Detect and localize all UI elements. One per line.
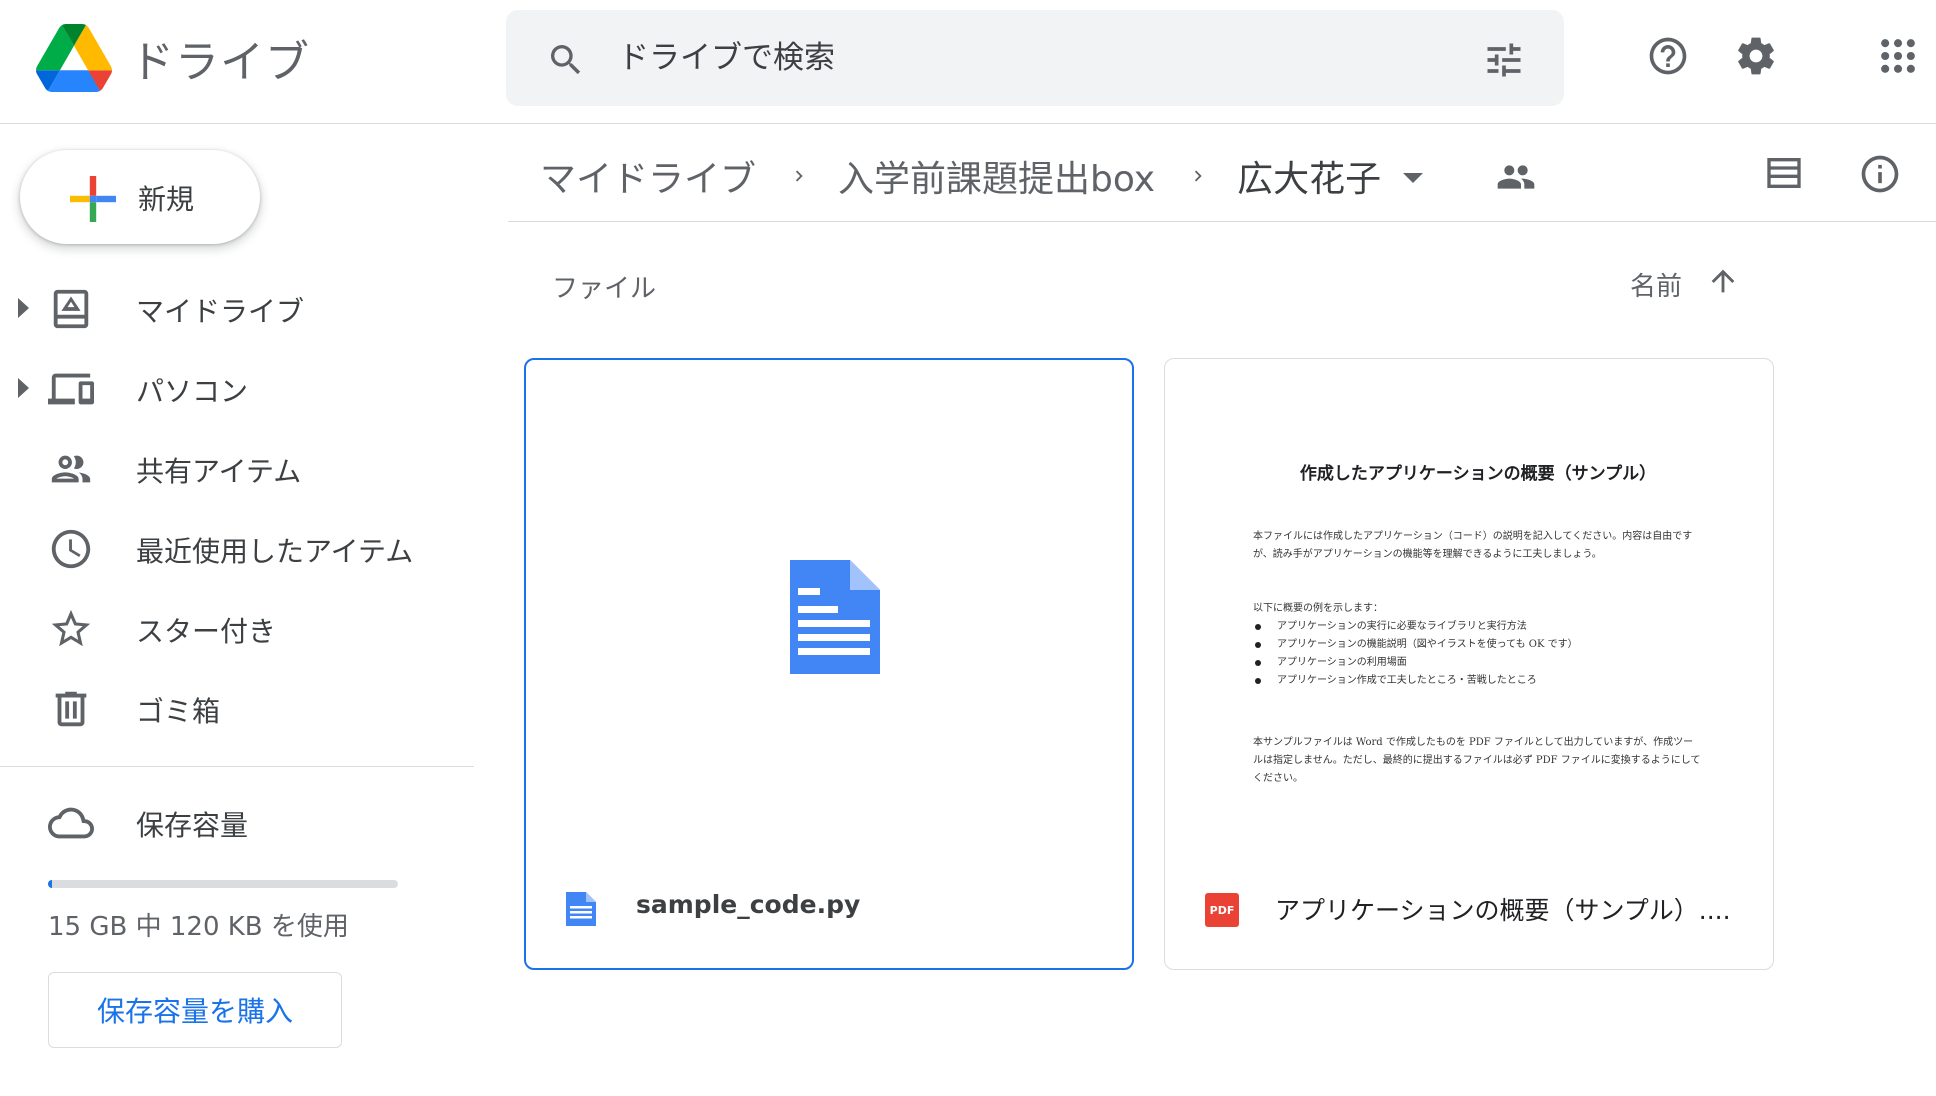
main-header-divider — [508, 221, 1936, 222]
sidebar-divider — [0, 766, 474, 767]
search-options-icon[interactable] — [1482, 38, 1526, 82]
chevron-right-icon — [1194, 170, 1202, 182]
sidebar-item-computers[interactable]: パソコン — [0, 352, 474, 424]
document-file-icon — [566, 892, 596, 926]
pdf-preview-paragraph: 本ファイルには作成したアプリケーション（コード）の説明を記入してください。内容は… — [1253, 531, 1693, 560]
star-icon — [51, 609, 91, 647]
folder-menu-dropdown-icon[interactable] — [1403, 173, 1424, 183]
file-name: アプリケーションの概要（サンプル）.... — [1275, 896, 1731, 925]
sidebar-item-label: ゴミ箱 — [136, 695, 221, 728]
trash-icon — [55, 691, 87, 727]
sidebar-item-shared[interactable]: 共有アイテム — [0, 432, 474, 504]
file-name-row: sample_code.py — [526, 856, 1132, 968]
pdf-preview-title: 作成したアプリケーションの概要（サンプル） — [1299, 464, 1657, 484]
shared-folder-people-icon[interactable] — [1496, 160, 1536, 194]
pdf-preview-list: アプリケーションの実行に必要なライブラリと実行方法 アプリケーションの機能説明（… — [1253, 618, 1703, 690]
storage-usage-bar — [48, 880, 398, 888]
pdf-preview-list-lead: 以下に概要の例を示します： — [1253, 603, 1383, 614]
expand-caret-icon[interactable] — [18, 378, 29, 398]
settings-gear-icon[interactable] — [1734, 34, 1778, 78]
top-bar: ドライブ — [0, 0, 1936, 124]
file-card[interactable]: sample_code.py — [524, 358, 1134, 970]
new-button-label: 新規 — [138, 183, 195, 216]
document-file-icon — [790, 560, 880, 674]
breadcrumb: マイドライブ 入学前課題提出box 広大花子 — [540, 148, 1424, 204]
pdf-preview-paragraph: 本サンプルファイルは Word で作成したものを PDF ファイルとして出力して… — [1253, 737, 1701, 784]
pdf-preview-list-item: アプリケーションの利用場面 — [1253, 654, 1703, 672]
file-name-row: PDF アプリケーションの概要（サンプル）.... — [1165, 857, 1773, 969]
plus-icon — [70, 176, 116, 222]
pdf-file-icon: PDF — [1205, 893, 1239, 927]
sidebar-item-recent[interactable]: 最近使用したアイテム — [0, 512, 474, 584]
my-drive-icon — [53, 289, 89, 329]
list-view-icon[interactable] — [1764, 156, 1804, 190]
file-thumbnail: 作成したアプリケーションの概要（サンプル） 本ファイルには作成したアプリケーショ… — [1165, 359, 1773, 859]
google-drive-logo[interactable] — [36, 24, 112, 92]
search-input[interactable] — [618, 32, 1438, 84]
file-card[interactable]: 作成したアプリケーションの概要（サンプル） 本ファイルには作成したアプリケーショ… — [1164, 358, 1774, 970]
pdf-preview-list-item: アプリケーションの機能説明（図やイラストを使っても OK です） — [1253, 636, 1703, 654]
sidebar-item-label: マイドライブ — [136, 295, 305, 328]
sidebar-item-starred[interactable]: スター付き — [0, 592, 474, 664]
storage-usage-text: 15 GB 中 120 KB を使用 — [48, 912, 349, 942]
pdf-preview-list-item: アプリケーション作成で工夫したところ・苦戦したところ — [1253, 672, 1703, 690]
storage-usage-fill — [48, 880, 52, 888]
file-thumbnail — [526, 360, 1132, 860]
sidebar-item-my-drive[interactable]: マイドライブ — [0, 272, 474, 344]
sidebar-item-trash[interactable]: ゴミ箱 — [0, 672, 474, 744]
computers-icon — [48, 373, 94, 405]
app-title: ドライブ — [130, 37, 310, 88]
breadcrumb-current-folder[interactable]: 広大花子 — [1237, 150, 1381, 202]
sidebar-item-storage[interactable]: 保存容量 — [0, 786, 474, 858]
new-button[interactable]: 新規 — [20, 150, 260, 244]
breadcrumb-item[interactable]: 入学前課題提出box — [838, 150, 1155, 202]
expand-caret-icon[interactable] — [18, 298, 29, 318]
info-icon[interactable] — [1858, 152, 1902, 196]
sort-ascending-arrow-icon[interactable] — [1706, 264, 1740, 298]
search-icon[interactable] — [546, 40, 586, 80]
shared-people-icon — [51, 455, 91, 483]
help-icon[interactable] — [1646, 34, 1690, 78]
chevron-right-icon — [795, 170, 803, 182]
clock-icon — [51, 529, 91, 569]
sidebar-item-label: 最近使用したアイテム — [136, 535, 414, 568]
apps-grid-icon[interactable] — [1876, 34, 1920, 78]
sidebar-item-label: 共有アイテム — [136, 455, 302, 488]
pdf-preview: 作成したアプリケーションの概要（サンプル） 本ファイルには作成したアプリケーショ… — [1253, 459, 1703, 824]
breadcrumb-item[interactable]: マイドライブ — [540, 150, 756, 202]
storage-label: 保存容量 — [136, 809, 249, 842]
buy-storage-button[interactable]: 保存容量を購入 — [48, 972, 342, 1048]
sidebar-item-label: パソコン — [136, 375, 249, 408]
section-label-files: ファイル — [552, 274, 657, 304]
pdf-preview-list-item: アプリケーションの実行に必要なライブラリと実行方法 — [1253, 618, 1703, 636]
cloud-icon — [48, 807, 94, 839]
sidebar-item-label: スター付き — [136, 615, 277, 648]
sort-by-name[interactable]: 名前 — [1630, 266, 1682, 303]
search-bar — [506, 10, 1564, 106]
file-name: sample_code.py — [636, 890, 861, 919]
